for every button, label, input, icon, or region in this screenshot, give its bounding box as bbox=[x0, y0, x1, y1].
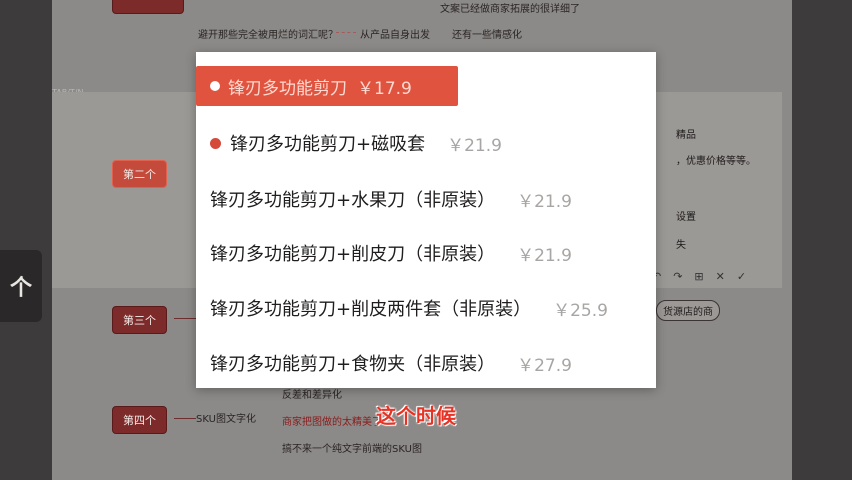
sku-name: 锋刃多功能剪刀+水果刀（非原装） bbox=[210, 190, 496, 211]
side-text-2: ，优惠价格等等。 bbox=[676, 156, 756, 167]
sku-option[interactable]: 锋刃多功能剪刀+磁吸套 ￥21.9 bbox=[210, 130, 502, 156]
editor-toolbar[interactable]: ↶↷⊞✕✓ bbox=[652, 270, 758, 283]
mindmap-text-top-2-right: 还有一些情感化 bbox=[452, 30, 522, 41]
sku-text-label: SKU图文字化 bbox=[196, 414, 256, 425]
sku-name: 锋刃多功能剪刀+削皮两件套（非原装） bbox=[210, 299, 532, 320]
branch-text-2: 商家把图做的太精美了 bbox=[282, 417, 382, 428]
sku-price: ￥21.9 bbox=[517, 245, 572, 266]
side-text-3: 设置 bbox=[676, 212, 696, 223]
sku-name: 锋刃多功能剪刀+食物夹（非原装） bbox=[210, 354, 496, 375]
node-second[interactable]: 第二个 bbox=[112, 160, 167, 188]
mindmap-node-top[interactable] bbox=[112, 0, 184, 14]
branch-text-3: 搞不来一个纯文字前端的SKU图 bbox=[282, 444, 422, 455]
sku-price: ￥27.9 bbox=[517, 355, 572, 376]
sku-dropdown: 锋刃多功能剪刀 ￥17.9 锋刃多功能剪刀+磁吸套 ￥21.9 锋刃多功能剪刀+… bbox=[196, 52, 656, 388]
mindmap-text-top-1: 文案已经做商家拓展的很详细了 bbox=[440, 4, 580, 15]
edge-to-fourth bbox=[174, 418, 196, 419]
node-fourth[interactable]: 第四个 bbox=[112, 406, 167, 434]
video-subtitle: 这个时候 bbox=[376, 404, 456, 428]
sku-option[interactable]: 锋刃多功能剪刀+食物夹（非原装） ￥27.9 bbox=[210, 350, 572, 376]
bubble-node[interactable]: 货源店的商 bbox=[656, 300, 720, 321]
sku-option[interactable]: 锋刃多功能剪刀+水果刀（非原装） ￥21.9 bbox=[210, 186, 572, 212]
sku-option-selected[interactable]: 锋刃多功能剪刀 ￥17.9 bbox=[196, 66, 458, 106]
side-text-1: 精品 bbox=[676, 130, 696, 141]
sku-dot-icon bbox=[210, 137, 221, 149]
mindmap-text-top-2-mid: 从产品自身出发 bbox=[360, 30, 430, 41]
edge-to-third bbox=[174, 318, 196, 319]
selected-dot-icon bbox=[210, 81, 220, 91]
sku-name: 锋刃多功能剪刀+削皮刀（非原装） bbox=[210, 244, 496, 265]
left-rail-glyph: 个 bbox=[10, 276, 33, 301]
mindmap-text-top-2-left: 避开那些完全被用烂的词汇呢？ bbox=[198, 30, 338, 41]
node-third[interactable]: 第三个 bbox=[112, 306, 167, 334]
selected-sku-price: ￥17.9 bbox=[357, 78, 412, 99]
sku-name: 锋刃多功能剪刀+磁吸套 bbox=[230, 134, 426, 155]
sku-price: ￥25.9 bbox=[553, 300, 608, 321]
left-rail[interactable]: 个 bbox=[0, 250, 42, 322]
sku-price: ￥21.9 bbox=[517, 191, 572, 212]
branch-text-1: 反差和差异化 bbox=[282, 390, 342, 401]
dashed-connector bbox=[336, 32, 356, 33]
side-text-4: 失 bbox=[676, 240, 686, 251]
sku-option[interactable]: 锋刃多功能剪刀+削皮刀（非原装） ￥21.9 bbox=[210, 240, 572, 266]
sku-option[interactable]: 锋刃多功能剪刀+削皮两件套（非原装） ￥25.9 bbox=[210, 295, 608, 321]
sku-price: ￥21.9 bbox=[447, 135, 502, 156]
selected-sku-name: 锋刃多功能剪刀 bbox=[228, 78, 347, 99]
